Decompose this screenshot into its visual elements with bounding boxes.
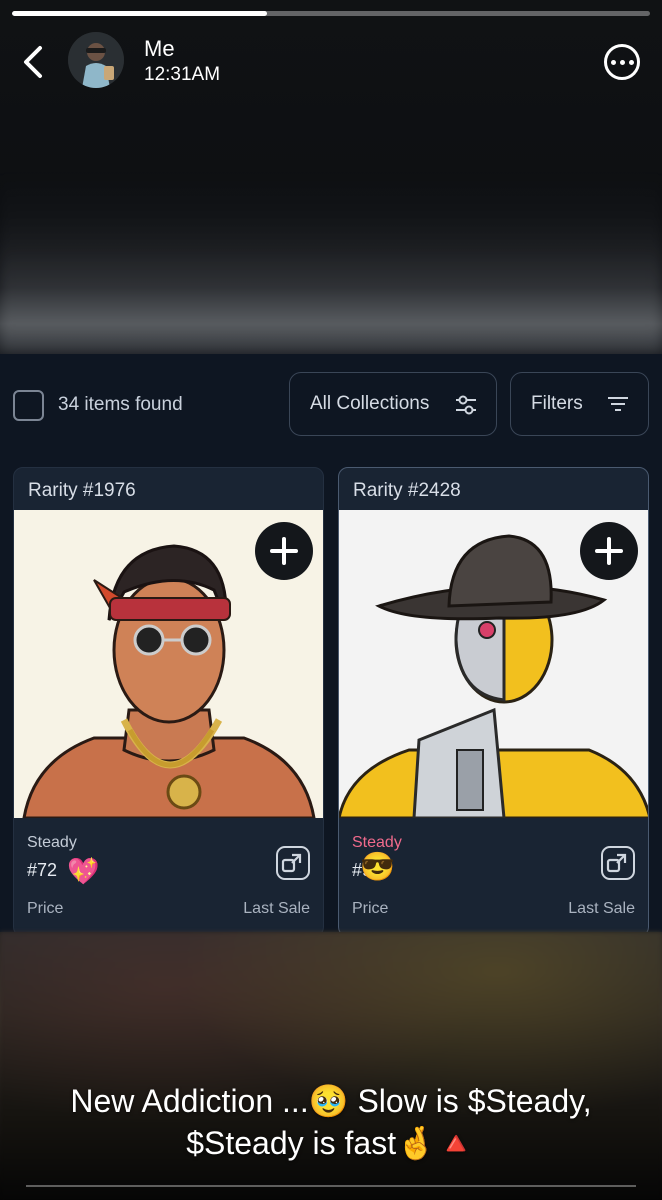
select-all-checkbox[interactable] xyxy=(13,390,44,421)
caption-line: $Steady is fast🤞🔺 xyxy=(186,1125,476,1161)
story-caption: New Addiction ...🥹 Slow is $Steady, $Ste… xyxy=(20,1080,642,1164)
external-link-icon[interactable] xyxy=(601,846,635,880)
post-time: 12:31AM xyxy=(144,64,221,85)
sunglasses-face-sticker-icon: 😎 xyxy=(360,851,395,882)
items-found-count: 34 items found xyxy=(58,394,183,415)
sparkling-heart-sticker-icon: 💖 xyxy=(67,856,100,886)
more-dot-icon xyxy=(628,59,634,65)
story-header: Me 12:31AM xyxy=(0,28,662,98)
plus-icon xyxy=(270,537,298,565)
nft-card[interactable]: Rarity #2428 Steady #92 😎 Price Last Sal… xyxy=(338,467,649,932)
card-rarity: Rarity #1976 xyxy=(28,480,136,501)
last-sale-label: Last Sale xyxy=(568,900,635,917)
user-name[interactable]: Me xyxy=(144,36,175,62)
story-progress-bar xyxy=(12,11,650,16)
story-progress-fill xyxy=(12,11,268,16)
card-collection-name: Steady xyxy=(27,834,77,851)
avatar-image xyxy=(68,32,124,88)
reply-bar-divider xyxy=(26,1185,636,1187)
filters-button[interactable]: Filters xyxy=(510,372,649,436)
story-viewer: Me 12:31AM 34 items found All Collection… xyxy=(0,0,662,1200)
card-token-id: #72 💖 xyxy=(27,856,99,886)
marketplace-toolbar: 34 items found All Collections Filters xyxy=(0,372,662,436)
more-dot-icon xyxy=(610,59,616,65)
open-external-icon xyxy=(281,853,302,873)
more-dot-icon xyxy=(619,59,625,65)
blurred-background xyxy=(0,170,662,354)
external-link-icon[interactable] xyxy=(276,846,310,880)
caption-line: New Addiction ...🥹 Slow is $Steady, xyxy=(70,1083,592,1119)
filters-label: Filters xyxy=(531,393,583,414)
card-token-id: #92 😎 xyxy=(352,851,395,882)
all-collections-label: All Collections xyxy=(310,393,430,414)
more-options-button[interactable] xyxy=(604,44,640,80)
nft-image xyxy=(339,510,648,818)
price-label: Price xyxy=(352,900,389,917)
back-button[interactable] xyxy=(18,44,48,80)
nft-image xyxy=(14,510,323,818)
plus-icon xyxy=(595,537,623,565)
all-collections-button[interactable]: All Collections xyxy=(289,372,497,436)
chevron-left-icon xyxy=(24,46,42,78)
card-rarity: Rarity #2428 xyxy=(353,480,461,501)
add-to-cart-button[interactable] xyxy=(580,522,638,580)
price-label: Price xyxy=(27,900,64,917)
avatar[interactable] xyxy=(68,32,124,88)
nft-card[interactable]: Rarity #1976 Steady #72 💖 Price Last Sal… xyxy=(13,467,324,932)
last-sale-label: Last Sale xyxy=(243,900,310,917)
card-token-text: #72 xyxy=(27,860,58,880)
add-to-cart-button[interactable] xyxy=(255,522,313,580)
open-external-icon xyxy=(606,853,627,873)
marketplace-screenshot: 34 items found All Collections Filters R… xyxy=(0,354,662,932)
filter-lines-icon xyxy=(608,397,628,411)
sliders-icon xyxy=(456,395,476,415)
